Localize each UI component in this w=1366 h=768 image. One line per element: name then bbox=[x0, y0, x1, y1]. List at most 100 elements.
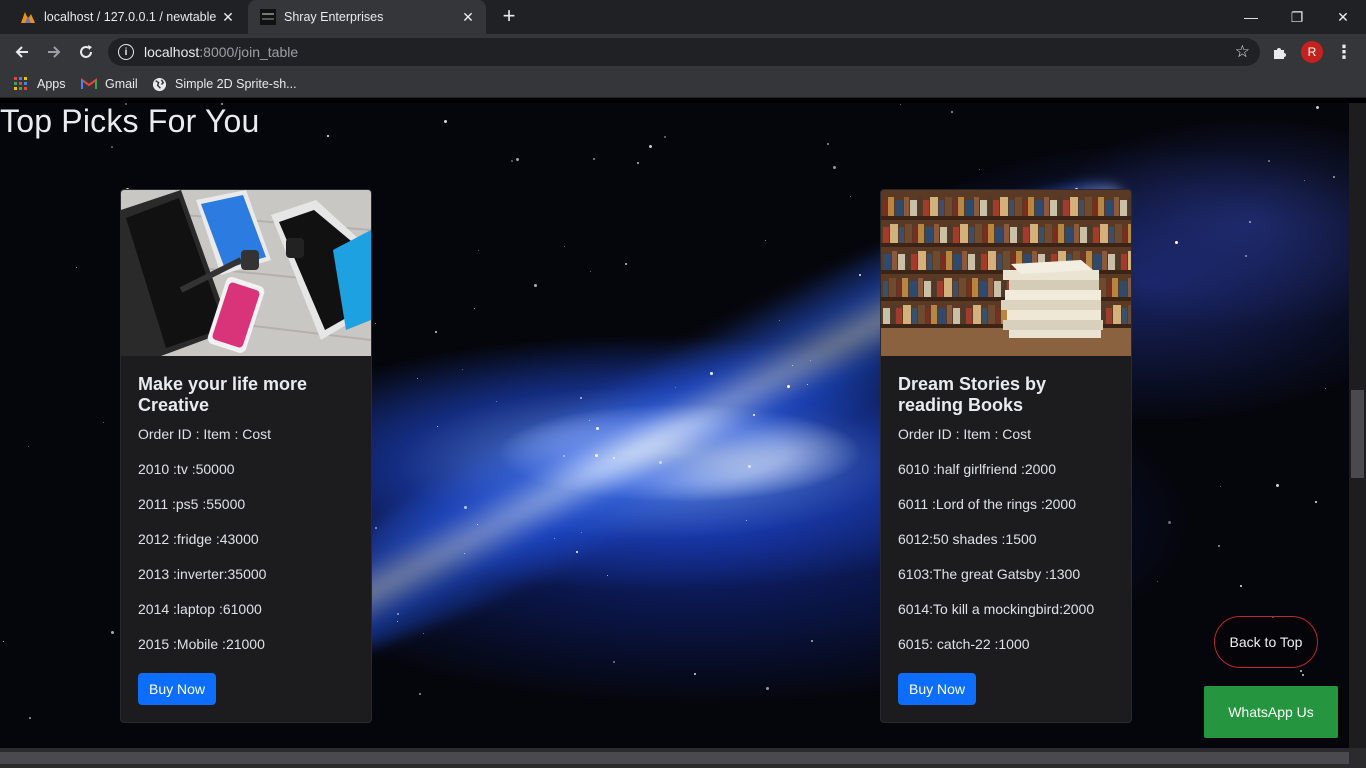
star-dot bbox=[375, 527, 377, 529]
close-tab-icon[interactable]: ✕ bbox=[218, 7, 238, 27]
site-favicon bbox=[260, 9, 276, 25]
star-dot bbox=[417, 378, 418, 379]
vertical-scrollbar-thumb[interactable] bbox=[1351, 390, 1364, 478]
star-dot bbox=[462, 369, 463, 370]
star-dot bbox=[675, 387, 676, 388]
star-dot bbox=[103, 422, 104, 423]
order-line: 2010 :tv :50000 bbox=[138, 461, 235, 477]
star-dot bbox=[833, 166, 836, 169]
star-dot bbox=[613, 661, 615, 663]
product-card-books: Dream Stories by reading Books Order ID … bbox=[880, 189, 1132, 723]
tab-title: localhost / 127.0.0.1 / newtable / bbox=[44, 10, 218, 24]
star-dot bbox=[766, 687, 769, 690]
card-title: Make your life more Creative bbox=[138, 374, 308, 415]
star-dot bbox=[496, 401, 497, 402]
star-dot bbox=[859, 274, 861, 276]
card-title: Dream Stories by reading Books bbox=[898, 374, 1047, 415]
back-to-top-button[interactable]: Back to Top bbox=[1214, 616, 1318, 668]
star-dot bbox=[1304, 180, 1305, 181]
order-line: 2015 :Mobile :21000 bbox=[138, 636, 265, 652]
bookmark-gmail[interactable]: Gmail bbox=[81, 76, 138, 92]
star-dot bbox=[625, 263, 627, 265]
books-photo bbox=[881, 190, 1131, 356]
bookmark-sprite-sheet[interactable]: Simple 2D Sprite-sh... bbox=[151, 76, 297, 92]
tab-title: Shray Enterprises bbox=[284, 10, 384, 24]
tab-shray-enterprises[interactable]: Shray Enterprises ✕ bbox=[248, 0, 486, 34]
star-dot bbox=[607, 575, 608, 576]
star-dot bbox=[827, 143, 829, 145]
star-dot bbox=[596, 427, 599, 430]
star-dot bbox=[1300, 670, 1302, 672]
star-dot bbox=[1168, 521, 1171, 524]
star-dot bbox=[649, 145, 652, 148]
globe-icon bbox=[151, 76, 167, 92]
kebab-menu-icon[interactable]: ⋮ bbox=[1334, 41, 1354, 63]
star-dot bbox=[1302, 674, 1304, 676]
whatsapp-button[interactable]: WhatsApp Us bbox=[1204, 686, 1338, 738]
bookmark-star-icon[interactable]: ☆ bbox=[1235, 42, 1250, 62]
horizontal-scrollbar-thumb[interactable] bbox=[0, 752, 1349, 764]
star-dot bbox=[753, 414, 755, 416]
extensions-puzzle-icon[interactable] bbox=[1268, 42, 1290, 64]
url-path: :8000/join_table bbox=[199, 44, 299, 60]
star-dot bbox=[581, 532, 582, 533]
star-dot bbox=[1157, 581, 1158, 582]
order-line: 6014:To kill a mockingbird:2000 bbox=[898, 601, 1095, 617]
star-dot bbox=[637, 162, 639, 164]
star-dot bbox=[1245, 255, 1247, 257]
star-dot bbox=[29, 717, 31, 719]
bookmark-apps[interactable]: Apps bbox=[13, 76, 66, 92]
back-arrow-icon[interactable] bbox=[8, 38, 36, 66]
profile-avatar[interactable]: R bbox=[1301, 41, 1323, 63]
restore-button[interactable]: ❐ bbox=[1274, 0, 1320, 34]
star-dot bbox=[1240, 585, 1242, 587]
order-line: 2012 :fridge :43000 bbox=[138, 531, 259, 547]
star-dot bbox=[477, 524, 478, 525]
forward-arrow-icon[interactable] bbox=[40, 38, 68, 66]
reload-icon[interactable] bbox=[72, 38, 100, 66]
buy-now-button[interactable]: Buy Now bbox=[898, 673, 977, 705]
star-dot bbox=[590, 271, 591, 272]
minimize-button[interactable]: — bbox=[1228, 0, 1274, 34]
star-dot bbox=[554, 538, 555, 539]
star-dot bbox=[76, 267, 77, 268]
star-dot bbox=[810, 360, 811, 361]
url-host: localhost bbox=[144, 44, 200, 60]
card-body: Dream Stories by reading Books Order ID … bbox=[881, 356, 1131, 722]
tab-phpmyadmin[interactable]: localhost / 127.0.0.1 / newtable / ✕ bbox=[8, 0, 246, 34]
star-dot bbox=[327, 135, 329, 137]
bookmarks-bar: Apps Gmail Simple 2D Sprite-sh... bbox=[0, 70, 1366, 98]
page-viewport: Top Picks For You Make your life more Cr… bbox=[0, 103, 1349, 748]
order-line: 6012:50 shades :1500 bbox=[898, 531, 1037, 547]
star-dot bbox=[397, 613, 399, 615]
apps-grid-icon bbox=[13, 76, 29, 92]
address-bar[interactable]: i localhost:8000/join_table ☆ bbox=[108, 38, 1260, 66]
star-dot bbox=[375, 323, 376, 324]
star-dot bbox=[807, 384, 808, 385]
star-dot bbox=[746, 520, 747, 521]
close-tab-icon[interactable]: ✕ bbox=[458, 7, 478, 27]
star-dot bbox=[437, 426, 438, 427]
buy-now-button[interactable]: Buy Now bbox=[138, 673, 217, 705]
phpmyadmin-icon bbox=[20, 9, 36, 25]
star-dot bbox=[464, 553, 465, 554]
star-dot bbox=[710, 372, 713, 375]
window-close-button[interactable]: ✕ bbox=[1320, 0, 1366, 34]
star-dot bbox=[1220, 486, 1221, 487]
product-card-gadgets: Make your life more Creative Order ID : … bbox=[120, 189, 372, 723]
card-body: Make your life more Creative Order ID : … bbox=[121, 356, 371, 722]
new-tab-button[interactable]: + bbox=[498, 5, 520, 28]
bookmark-label: Gmail bbox=[105, 77, 138, 91]
star-dot bbox=[423, 633, 424, 634]
star-dot bbox=[850, 196, 851, 197]
star-dot bbox=[1325, 388, 1326, 389]
star-dot bbox=[1333, 176, 1335, 178]
site-info-icon[interactable]: i bbox=[118, 44, 134, 60]
star-dot bbox=[748, 465, 751, 468]
star-dot bbox=[779, 320, 780, 321]
star-dot bbox=[664, 136, 666, 138]
star-dot bbox=[1249, 221, 1251, 223]
bookmark-label: Apps bbox=[37, 77, 66, 91]
page-title: Top Picks For You bbox=[0, 103, 260, 139]
star-dot bbox=[474, 308, 475, 309]
